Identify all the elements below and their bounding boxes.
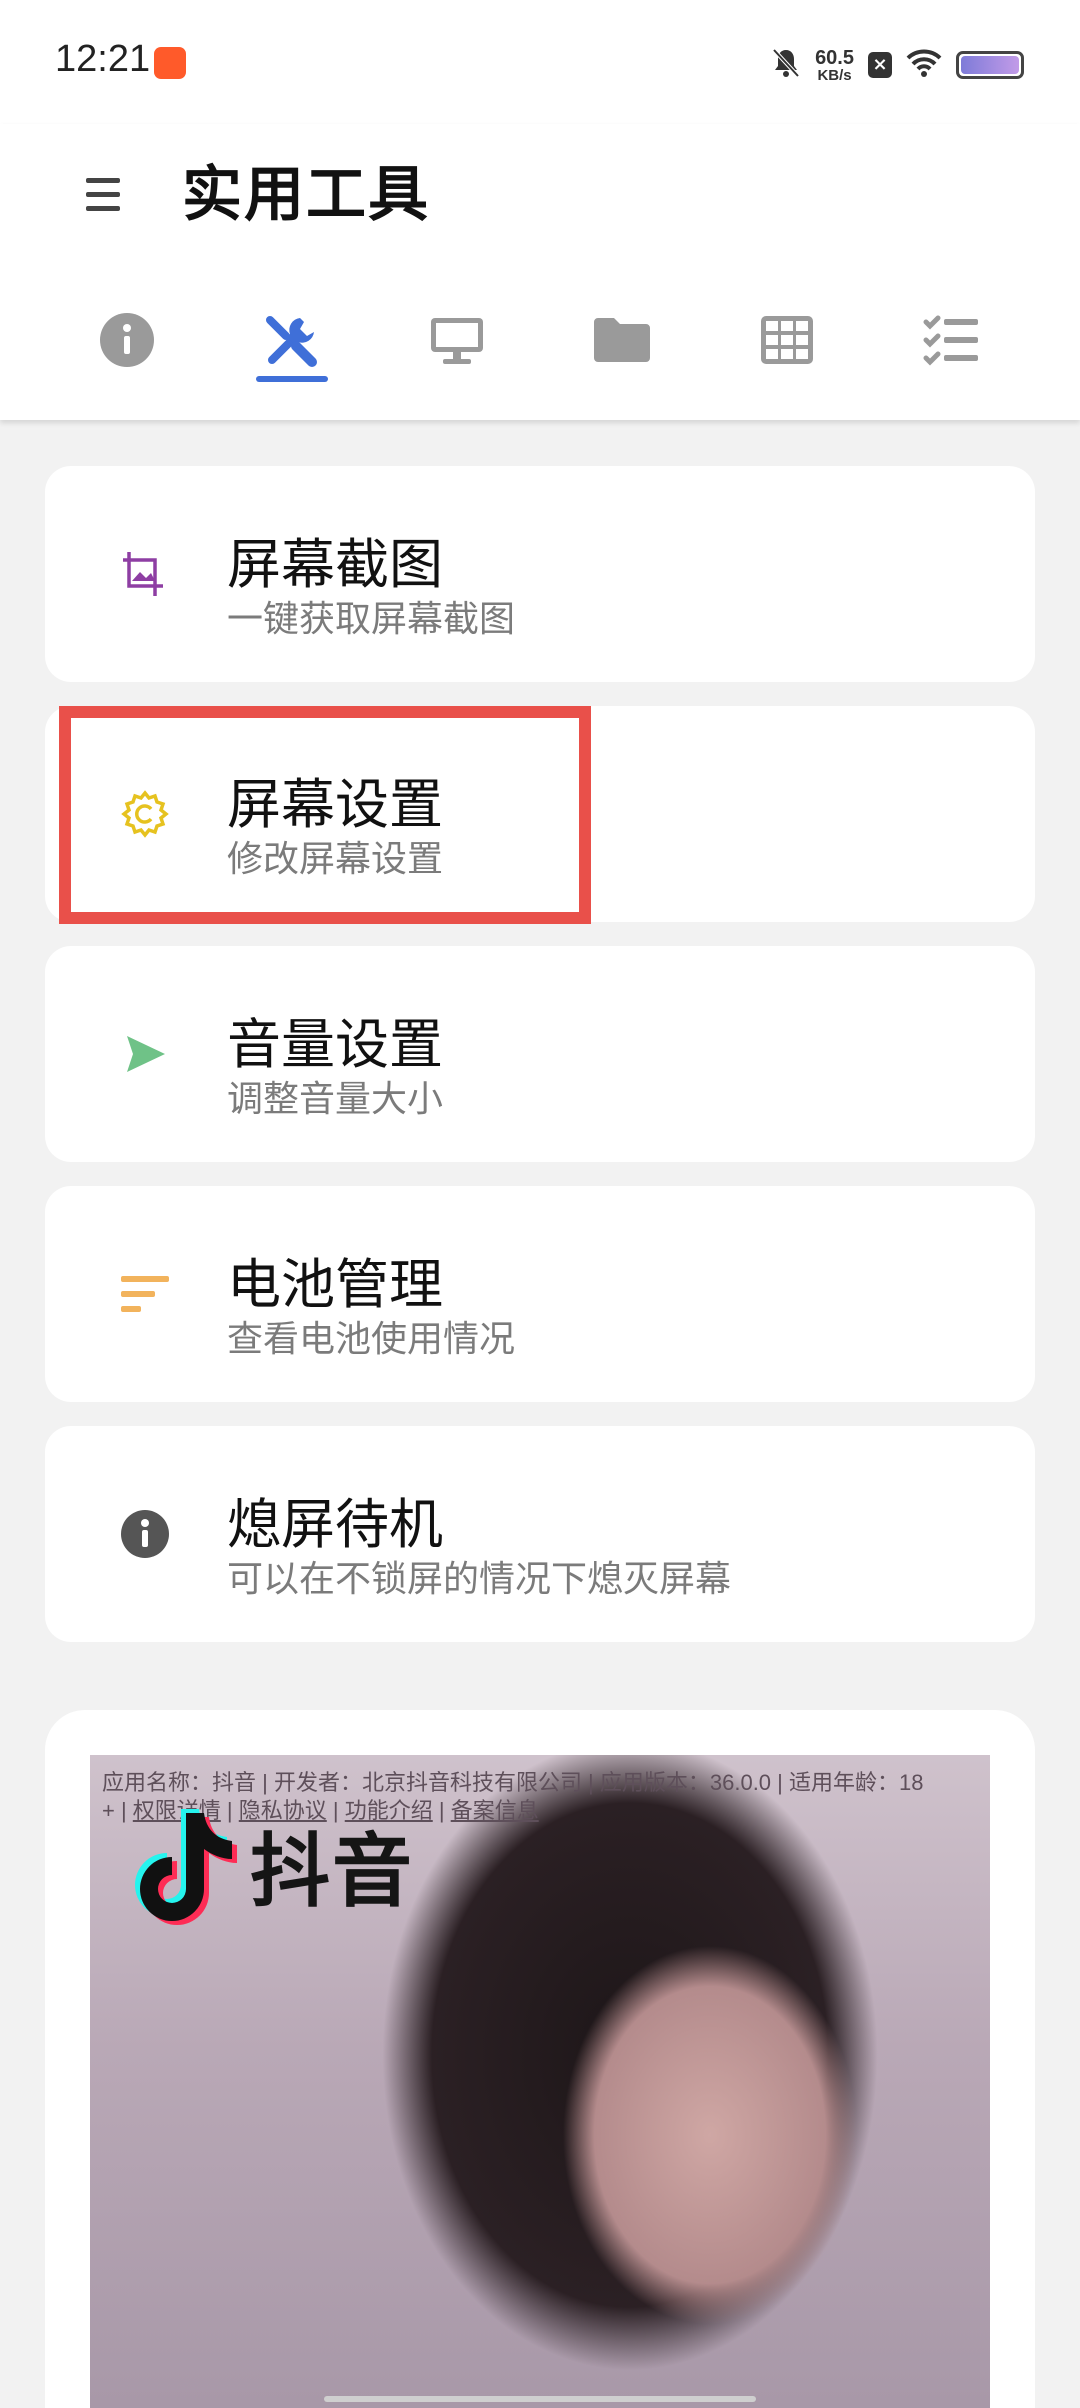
grid-icon	[761, 316, 813, 364]
tab-tools[interactable]	[237, 292, 347, 410]
tool-subtitle: 调整音量大小	[227, 1079, 444, 1120]
checklist-icon	[923, 315, 978, 366]
ad-filing-link[interactable]: 备案信息	[451, 1798, 539, 1823]
tool-screen-settings-card[interactable]: 屏幕设置 修改屏幕设置	[45, 706, 1035, 922]
tool-battery-card[interactable]: 电池管理 查看电池使用情况	[45, 1186, 1035, 1402]
network-speed: 60.5 KB/s	[815, 46, 854, 84]
ad-brand-name: 抖音	[250, 1825, 414, 1918]
tool-screenshot-card[interactable]: 屏幕截图 一键获取屏幕截图	[45, 466, 1035, 682]
monitor-icon	[431, 318, 483, 364]
battery-icon	[956, 51, 1024, 79]
ad-sep: |	[432, 1798, 451, 1823]
ad-banner[interactable]: 应用名称：抖音 | 开发者：北京抖音科技有限公司 | 应用版本：36.0.0 |…	[90, 1755, 990, 2408]
douyin-logo-icon	[135, 1809, 237, 1925]
tab-selected-indicator	[256, 376, 328, 382]
tool-volume-card[interactable]: 音量设置 调整音量大小	[45, 946, 1035, 1162]
tab-apps[interactable]	[732, 292, 842, 410]
tool-screen-off-card[interactable]: 熄屏待机 可以在不锁屏的情况下熄灭屏幕	[45, 1426, 1035, 1642]
tool-title: 屏幕设置	[227, 773, 443, 836]
menu-icon[interactable]	[86, 164, 138, 224]
tool-title: 音量设置	[227, 1013, 443, 1076]
tools-icon	[266, 316, 317, 367]
tab-bar	[0, 292, 1080, 410]
tool-subtitle: 修改屏幕设置	[227, 839, 444, 880]
tool-subtitle: 可以在不锁屏的情况下熄灭屏幕	[227, 1559, 732, 1600]
info-icon	[109, 1498, 181, 1570]
gear-icon	[109, 778, 181, 850]
crop-icon	[109, 538, 181, 610]
tab-display[interactable]	[402, 292, 512, 410]
status-bar: 12:21 60.5 KB/s ×	[0, 0, 1080, 124]
tab-info[interactable]	[72, 292, 182, 410]
info-icon	[100, 313, 154, 367]
wifi-icon	[906, 49, 942, 81]
tab-tasks[interactable]	[897, 292, 1007, 410]
sim-x-icon: ×	[868, 52, 892, 78]
status-right-group: 60.5 KB/s ×	[771, 40, 1024, 90]
tool-subtitle: 查看电池使用情况	[227, 1319, 516, 1360]
status-time: 12:21	[55, 38, 151, 80]
tab-files[interactable]	[567, 292, 677, 410]
mute-bell-icon	[771, 47, 801, 83]
tool-title: 屏幕截图	[227, 533, 443, 596]
page-title: 实用工具	[182, 160, 430, 230]
gesture-home-bar[interactable]	[324, 2396, 756, 2402]
tool-subtitle: 一键获取屏幕截图	[227, 599, 516, 640]
sort-icon	[109, 1258, 181, 1330]
tool-title: 熄屏待机	[227, 1493, 443, 1556]
folder-icon	[594, 318, 650, 362]
notification-app-icon	[154, 47, 186, 79]
ad-info-line1: 应用名称：抖音 | 开发者：北京抖音科技有限公司 | 应用版本：36.0.0 |…	[102, 1770, 924, 1795]
send-icon	[109, 1018, 181, 1090]
app-bar: 实用工具	[0, 124, 1080, 420]
tool-title: 电池管理	[227, 1253, 443, 1316]
